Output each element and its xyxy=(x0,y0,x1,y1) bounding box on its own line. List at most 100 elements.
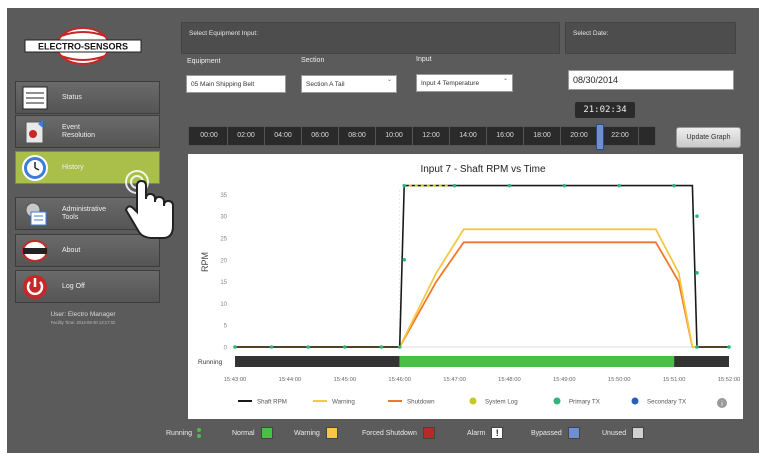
primary-tx-marker xyxy=(672,183,676,188)
equipment-section-header: Select Equipment Input: xyxy=(181,22,560,54)
facility-time: Facility Time: 2014-08-30 13:17:02 xyxy=(50,320,116,325)
alarm-icon: ! xyxy=(491,427,504,439)
svg-text:ELECTRO-SENSORS: ELECTRO-SENSORS xyxy=(38,42,128,52)
unused-swatch xyxy=(632,427,645,439)
primary-tx-marker xyxy=(695,345,699,349)
y-tick-label: 20 xyxy=(220,258,227,264)
sidebar-item-label: Status xyxy=(62,93,82,101)
primary-tx-marker xyxy=(695,271,699,275)
administrative-tools-icon xyxy=(21,200,49,228)
sidebar-item-status[interactable]: Status xyxy=(15,81,160,114)
legend-normal: Normal xyxy=(232,422,273,444)
date-section-title: Select Date: xyxy=(573,30,609,37)
input-label: Input xyxy=(416,56,432,63)
legend-item-warning: Warning xyxy=(313,399,355,406)
date-section-header: Select Date: xyxy=(565,22,736,54)
timeline-tick: 20:00 xyxy=(561,127,598,145)
y-tick-label: 15 xyxy=(220,280,227,286)
legend-warning: Warning xyxy=(294,422,338,444)
timeline-tick: 06:00 xyxy=(302,127,339,145)
chevron-down-icon: ⌄ xyxy=(386,77,392,83)
current-user: User: Electro Manager xyxy=(50,311,116,318)
legend-running: Running xyxy=(166,422,202,444)
sidebar-item-log-off[interactable]: Log Off xyxy=(15,270,160,303)
status-row-label: Running xyxy=(198,359,223,366)
chart-panel: Input 7 - Shaft RPM vs Time RPM 0 5 10 15 20… xyxy=(188,154,743,419)
legend-unused: Unused xyxy=(602,422,645,444)
date-input[interactable]: 08/30/2014 xyxy=(568,70,734,90)
timeline-tick: 14:00 xyxy=(450,127,487,145)
x-tick-label: 15:47:00 xyxy=(443,377,466,383)
x-tick-label: 15:48:00 xyxy=(498,377,521,383)
equipment-section-title: Select Equipment Input: xyxy=(189,30,259,37)
primary-tx-marker xyxy=(269,345,274,349)
x-tick-label: 15:46:00 xyxy=(388,377,411,383)
y-tick-label: 10 xyxy=(220,302,227,308)
chevron-down-icon: ⌄ xyxy=(502,76,508,82)
legend-label: Warning xyxy=(332,399,355,406)
status-segment-running xyxy=(399,356,675,367)
legend-item-shutdown: Shutdown xyxy=(388,399,435,406)
primary-tx-marker xyxy=(306,345,310,349)
status-segment-stopped xyxy=(235,356,400,367)
legend-label: Primary TX xyxy=(569,399,600,406)
sidebar-item-label: Event Resolution xyxy=(62,123,96,139)
legend-alarm: Alarm ! xyxy=(467,422,504,444)
date-input-value: 08/30/2014 xyxy=(573,75,619,85)
equipment-label: Equipment xyxy=(187,58,221,65)
legend-swatch xyxy=(469,397,477,405)
update-graph-button[interactable]: Update Graph xyxy=(676,127,741,148)
primary-tx-marker xyxy=(562,183,567,188)
rpm-chart: Input 7 - Shaft RPM vs Time RPM 0 5 10 15 20… xyxy=(198,164,741,408)
about-icon xyxy=(21,237,49,265)
primary-tx-marker xyxy=(233,345,237,349)
time-slider-track[interactable]: 00:00 02:00 04:00 06:00 08:00 10:00 12:0… xyxy=(188,126,656,146)
sidebar-item-label: Log Off xyxy=(62,282,85,290)
current-time-readout: 21:02:34 xyxy=(575,102,635,118)
sidebar-item-label: Administrative Tools xyxy=(62,205,106,221)
sidebar-item-event-resolution[interactable]: Event Resolution xyxy=(15,115,160,148)
warning-swatch xyxy=(325,427,338,439)
series-line-warning xyxy=(235,228,729,348)
x-tick-label: 15:52:00 xyxy=(718,377,741,383)
primary-tx-marker xyxy=(342,345,347,349)
main-frame: ELECTRO-SENSORS Status Event Resolution xyxy=(7,8,759,453)
legend-label: Secondary TX xyxy=(647,399,686,406)
primary-tx-marker xyxy=(452,183,457,188)
legend-forced-shutdown: Forced Shutdown xyxy=(362,422,435,444)
legend-label: Shutdown xyxy=(407,399,435,406)
timeline-tick: 02:00 xyxy=(228,127,265,145)
primary-tx-marker xyxy=(727,345,731,349)
primary-tx-marker xyxy=(379,345,384,349)
legend-item-system-log: System Log xyxy=(469,397,518,406)
input-select[interactable]: Input 4 Temperature ⌄ xyxy=(416,74,513,92)
y-tick-label: 30 xyxy=(220,215,227,221)
section-select-value: Section A Tail xyxy=(306,80,345,88)
x-tick-label: 15:45:00 xyxy=(333,377,356,383)
timeline-tick: 00:00 xyxy=(191,127,228,145)
status-segment-stopped xyxy=(674,356,729,367)
power-icon xyxy=(21,273,49,301)
bypassed-swatch xyxy=(567,427,580,439)
timeline-tick: 08:00 xyxy=(339,127,376,145)
y-tick-label: 35 xyxy=(220,193,227,199)
input-select-value: Input 4 Temperature xyxy=(421,79,480,87)
equipment-select[interactable]: 05 Main Shipping Belt xyxy=(186,75,286,93)
legend-item-secondary-tx: Secondary TX xyxy=(631,397,686,406)
y-tick-label: 5 xyxy=(224,324,228,330)
event-resolution-icon xyxy=(21,118,49,146)
sidebar-item-label: History xyxy=(62,163,84,171)
series-line-shutdown xyxy=(235,241,729,348)
status-legend-bar: Running Normal Warning Forced Shutdown A… xyxy=(0,422,763,444)
timeline-tick: 18:00 xyxy=(524,127,561,145)
primary-tx-marker xyxy=(402,183,407,188)
y-axis-label: RPM xyxy=(200,252,210,272)
time-slider-handle[interactable] xyxy=(596,124,604,150)
timeline-tick: 16:00 xyxy=(487,127,524,145)
info-icon[interactable]: i xyxy=(717,398,727,408)
electro-sensors-logo: ELECTRO-SENSORS xyxy=(21,26,145,66)
primary-tx-marker xyxy=(397,345,402,349)
history-clock-icon xyxy=(21,154,49,182)
primary-tx-marker xyxy=(507,183,512,188)
section-select[interactable]: Section A Tail ⌄ xyxy=(301,75,397,93)
